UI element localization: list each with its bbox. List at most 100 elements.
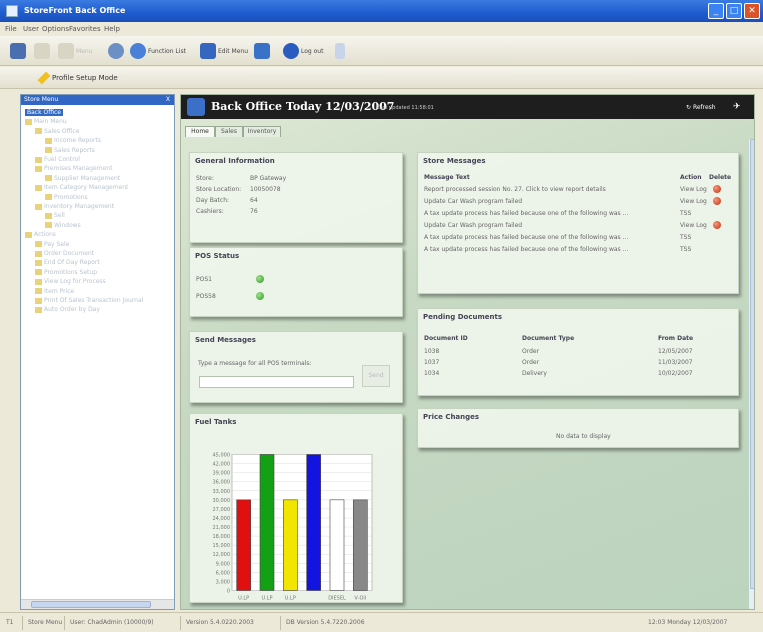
delete-icon[interactable]: [713, 197, 721, 205]
refresh-button[interactable]: ↻ Refresh: [686, 104, 716, 111]
sidebar-item[interactable]: End Of Day Report: [35, 259, 100, 266]
view-log-link[interactable]: TSS: [680, 246, 691, 253]
folder-icon: [35, 250, 42, 257]
y-tick-label: 27,000: [213, 507, 231, 513]
sidebar-item-label: Promotions: [54, 193, 88, 201]
sidebar-item[interactable]: Inventory Management: [35, 203, 114, 210]
view-log-link[interactable]: View Log: [680, 186, 707, 193]
view-log-link[interactable]: View Log: [680, 198, 707, 205]
globe-icon[interactable]: [108, 43, 124, 59]
status-separator: [280, 616, 281, 630]
help-icon[interactable]: [335, 43, 345, 59]
store-messages-panel: Store Messages Message Text Action Delet…: [417, 152, 739, 294]
message-text[interactable]: A tax update process has failed because …: [424, 246, 628, 253]
forward-icon[interactable]: [34, 43, 50, 59]
sidebar-item[interactable]: View Log for Process: [35, 278, 106, 285]
sidebar-item[interactable]: Sales Office: [35, 128, 79, 135]
delete-icon[interactable]: [713, 221, 721, 229]
sidebar-item[interactable]: Premises Management: [35, 165, 112, 172]
sidebar-item[interactable]: Sales Reports: [45, 147, 95, 154]
sidebar-title: Store Menu: [24, 96, 59, 103]
minimize-button[interactable]: _: [708, 3, 724, 19]
y-tick-label: 24,000: [213, 516, 231, 522]
sidebar-item[interactable]: Supplier Management: [45, 175, 120, 182]
sidebar-item[interactable]: Sell: [45, 212, 65, 219]
sidebar-item[interactable]: Back Office: [25, 109, 63, 116]
toolbar: Menu Function List Edit Menu Log out: [0, 36, 763, 66]
sidebar-item-label: End Of Day Report: [44, 259, 100, 267]
menu-icon[interactable]: [58, 43, 74, 59]
sidebar-horizontal-scrollbar[interactable]: [21, 599, 174, 609]
menu-label[interactable]: Menu: [76, 48, 92, 55]
store-icon[interactable]: [254, 43, 270, 59]
tab-sales[interactable]: Sales: [215, 126, 243, 137]
sidebar-item[interactable]: Promotions Setup: [35, 269, 97, 276]
pin-icon[interactable]: ✈: [733, 102, 741, 112]
message-text-header: Message Text: [424, 174, 470, 181]
delete-icon[interactable]: [713, 185, 721, 193]
sidebar-item[interactable]: Income Reports: [45, 137, 101, 144]
menu-favorites[interactable]: Favorites: [69, 25, 101, 33]
profile-setup-mode-button[interactable]: Profile Setup Mode: [52, 74, 118, 82]
menu-file[interactable]: File: [5, 25, 17, 33]
sidebar-item[interactable]: Print Of Sales Transaction Journal: [35, 297, 143, 304]
menu-user[interactable]: User: [23, 25, 39, 33]
maximize-button[interactable]: □: [726, 3, 742, 19]
y-tick-label: 12,000: [213, 552, 231, 558]
function-list-icon[interactable]: [130, 43, 146, 59]
message-text[interactable]: Report processed session No. 27. Click t…: [424, 186, 606, 193]
status-separator: [180, 616, 181, 630]
main-vertical-scrollbar[interactable]: [749, 139, 754, 609]
folder-icon: [25, 231, 32, 238]
send-button[interactable]: Send: [362, 365, 390, 387]
y-tick-label: 30,000: [213, 498, 231, 504]
sidebar-item[interactable]: Windows: [45, 222, 81, 229]
message-text[interactable]: Update Car Wash program failed: [424, 222, 522, 229]
message-text[interactable]: A tax update process has failed because …: [424, 210, 628, 217]
status-store-menu[interactable]: Store Menu: [28, 619, 62, 626]
sidebar-item[interactable]: Auto Order by Day: [35, 306, 100, 313]
status-datetime: 12:03 Monday 12/03/2007: [648, 619, 728, 626]
status-separator: [64, 616, 65, 630]
scrollbar-thumb[interactable]: [31, 601, 151, 608]
close-button[interactable]: ✕: [744, 3, 760, 19]
sidebar-item[interactable]: Fuel Control: [35, 156, 80, 163]
menu-options[interactable]: Options: [42, 25, 69, 33]
tab-home[interactable]: Home: [185, 126, 215, 137]
logout-icon[interactable]: [283, 43, 299, 59]
delete-header: Delete: [709, 174, 732, 181]
sidebar-item[interactable]: Promotions: [45, 194, 88, 201]
x-tick-label: U.LP: [285, 596, 296, 602]
menu-help[interactable]: Help: [104, 25, 120, 33]
folder-icon: [45, 137, 52, 144]
message-text[interactable]: A tax update process has failed because …: [424, 234, 628, 241]
sidebar-item[interactable]: Item Price: [35, 288, 74, 295]
logout-label[interactable]: Log out: [301, 48, 323, 55]
sidebar-item[interactable]: Item Category Management: [35, 184, 128, 191]
sidebar-item-label: Pay Sale: [44, 240, 70, 248]
fuel-tanks-chart: 45,000 42,000 39,000 36,000 33,000 30,000 27,0…: [213, 453, 373, 602]
sidebar-item[interactable]: Actions: [25, 231, 56, 238]
store-menu-sidebar: Store Menu X Back Office Main Menu Sales O…: [20, 94, 175, 610]
refresh-label[interactable]: Refresh: [693, 104, 716, 111]
edit-menu-icon[interactable]: [200, 43, 216, 59]
sidebar-item[interactable]: Main Menu: [25, 118, 67, 125]
tab-inventory[interactable]: Inventory: [243, 126, 281, 137]
sidebar-item-label: Income Reports: [54, 137, 102, 145]
function-list-label[interactable]: Function List: [148, 48, 186, 55]
message-text[interactable]: Update Car Wash program failed: [424, 198, 522, 205]
back-icon[interactable]: [10, 43, 26, 59]
y-tick-label: 39,000: [213, 471, 231, 477]
edit-menu-label[interactable]: Edit Menu: [218, 48, 248, 55]
view-log-link[interactable]: TSS: [680, 210, 691, 217]
sidebar-close-icon[interactable]: X: [166, 95, 170, 105]
view-log-link[interactable]: View Log: [680, 222, 707, 229]
sidebar-item-label: View Log for Process: [44, 278, 106, 286]
panel-title: POS Status: [195, 252, 240, 260]
sidebar-item[interactable]: Pay Sale: [35, 241, 69, 248]
sidebar-item-label: Item Price: [44, 287, 75, 295]
scrollbar-thumb[interactable]: [750, 139, 754, 589]
sidebar-item[interactable]: Order Document: [35, 250, 94, 257]
message-input[interactable]: [199, 376, 354, 388]
view-log-link[interactable]: TSS: [680, 234, 691, 241]
